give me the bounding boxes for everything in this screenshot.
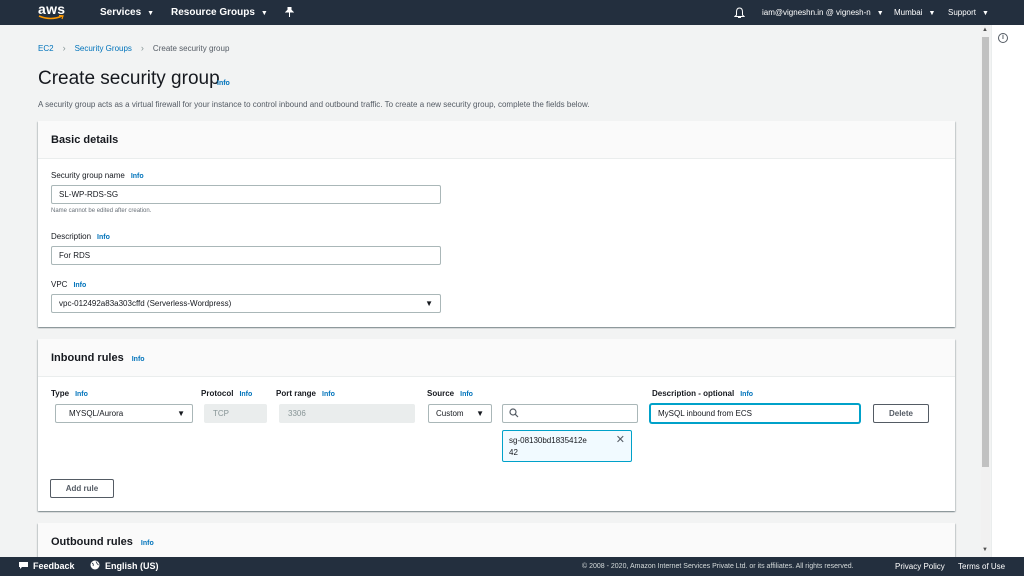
name-hint: Name cannot be edited after creation. — [51, 208, 152, 214]
port-range-field: 3306 — [279, 404, 415, 423]
add-rule-button[interactable]: Add rule — [50, 479, 114, 498]
vpc-label: VPC Info — [51, 280, 87, 289]
terms-of-use-link[interactable]: Terms of Use — [958, 557, 1005, 576]
protocol-column-header: Protocol Info — [201, 389, 253, 398]
description-info-link[interactable]: Info — [97, 234, 110, 241]
caret-down-icon: ▼ — [425, 299, 433, 308]
chevron-down-icon: ▼ — [928, 10, 936, 17]
vpc-select[interactable]: vpc-012492a83a303cffd (Serverless-Wordpr… — [51, 294, 441, 313]
source-token: sg-08130bd1835412e 42 ✕ — [502, 430, 632, 462]
language-selector[interactable]: English (US) — [90, 557, 159, 576]
chevron-right-icon: › — [62, 43, 66, 53]
description-col-info-link[interactable]: Info — [740, 391, 753, 398]
scrollbar[interactable]: ▲ ▼ — [981, 25, 990, 557]
inbound-rules-header: Inbound rules Info — [38, 339, 955, 377]
security-group-name-label: Security group name Info — [51, 171, 144, 180]
search-icon — [509, 408, 519, 418]
resource-groups-menu[interactable]: Resource Groups ▼ — [171, 0, 268, 25]
chevron-down-icon: ▼ — [982, 10, 989, 17]
scroll-up-icon[interactable]: ▲ — [982, 27, 988, 33]
type-select[interactable]: MYSQL/Aurora ▼ — [55, 404, 193, 423]
port-range-info-link[interactable]: Info — [322, 391, 335, 398]
account-menu[interactable]: iam@vigneshn.in @ vignesh-n ▼ — [762, 0, 884, 25]
security-group-name-input[interactable]: SL-WP-RDS-SG — [51, 185, 441, 204]
chevron-down-icon: ▼ — [876, 10, 884, 17]
type-info-link[interactable]: Info — [75, 391, 88, 398]
port-range-column-header: Port range Info — [276, 389, 335, 398]
caret-down-icon: ▼ — [177, 409, 185, 418]
info-circle-icon[interactable]: i — [998, 33, 1008, 43]
basic-details-header: Basic details — [38, 121, 955, 159]
privacy-policy-link[interactable]: Privacy Policy — [895, 557, 945, 576]
inbound-info-link[interactable]: Info — [132, 356, 145, 363]
chevron-right-icon: › — [140, 43, 144, 53]
source-column-header: Source Info — [427, 389, 473, 398]
footer: Feedback English (US) © 2008 - 2020, Ama… — [0, 557, 1024, 576]
support-menu[interactable]: Support ▼ — [948, 0, 989, 25]
description-label: Description Info — [51, 232, 110, 241]
rule-description-input[interactable]: MySQL inbound from ECS — [650, 404, 860, 423]
copyright-text: © 2008 - 2020, Amazon Internet Services … — [582, 563, 854, 570]
help-panel-rail — [991, 25, 1024, 557]
source-info-link[interactable]: Info — [460, 391, 473, 398]
breadcrumb-ec2[interactable]: EC2 — [38, 44, 54, 53]
protocol-field: TCP — [204, 404, 267, 423]
close-icon[interactable]: ✕ — [616, 434, 625, 446]
region-menu[interactable]: Mumbai ▼ — [894, 0, 935, 25]
services-menu[interactable]: Services ▼ — [100, 0, 154, 25]
delete-rule-button[interactable]: Delete — [873, 404, 929, 423]
breadcrumb: EC2 › Security Groups › Create security … — [38, 42, 229, 54]
description-column-header: Description - optional Info — [652, 389, 754, 398]
page-title: Create security group — [38, 68, 220, 89]
scrollbar-thumb[interactable] — [982, 37, 989, 467]
breadcrumb-security-groups[interactable]: Security Groups — [75, 44, 132, 53]
page-description: A security group acts as a virtual firew… — [38, 100, 590, 109]
protocol-info-link[interactable]: Info — [239, 391, 252, 398]
smile-icon — [38, 15, 64, 20]
globe-icon — [90, 560, 100, 570]
outbound-info-link[interactable]: Info — [141, 540, 154, 547]
chevron-down-icon: ▼ — [260, 10, 268, 17]
name-info-link[interactable]: Info — [131, 173, 144, 180]
source-search-input[interactable] — [502, 404, 638, 423]
description-input[interactable]: For RDS — [51, 246, 441, 265]
logo-text: aws — [38, 1, 66, 17]
aws-logo[interactable]: aws — [38, 1, 66, 22]
type-column-header: Type Info — [51, 389, 88, 398]
inbound-rules-panel: Inbound rules Info Type Info Protocol Info … — [38, 339, 955, 511]
basic-details-panel: Basic details Security group name Info SL… — [38, 121, 955, 327]
pin-icon[interactable] — [284, 0, 295, 25]
breadcrumb-current: Create security group — [152, 43, 230, 53]
outbound-rules-header: Outbound rules Info — [38, 523, 955, 561]
bell-icon[interactable] — [733, 0, 746, 25]
caret-down-icon: ▼ — [476, 409, 484, 418]
page-title-info-link[interactable]: Info — [217, 80, 230, 87]
top-nav: aws Services ▼ Resource Groups ▼ iam@vigne… — [0, 0, 1024, 25]
vpc-info-link[interactable]: Info — [73, 282, 86, 289]
feedback-link[interactable]: Feedback — [18, 557, 75, 576]
speech-bubble-icon — [19, 562, 28, 569]
chevron-down-icon: ▼ — [147, 10, 155, 17]
source-select[interactable]: Custom ▼ — [428, 404, 492, 423]
scroll-down-icon[interactable]: ▼ — [982, 547, 988, 553]
